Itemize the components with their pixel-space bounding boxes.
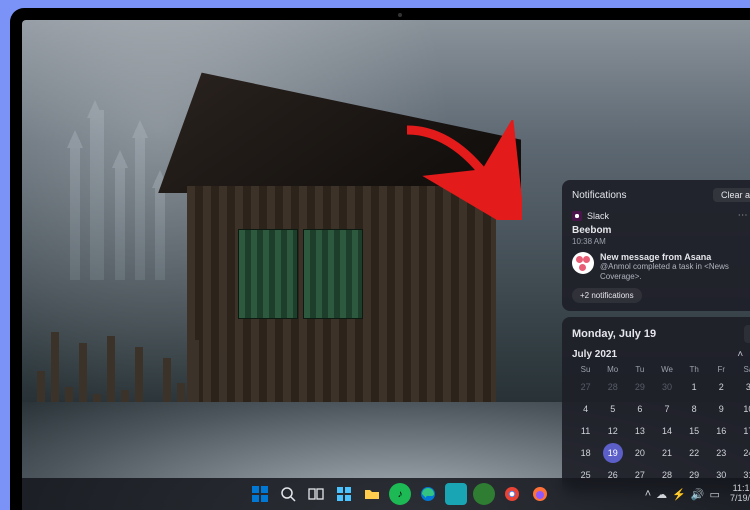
- calendar-day[interactable]: 4: [572, 399, 599, 419]
- notification-message-body: @Anmol completed a task in <News Coverag…: [600, 262, 750, 281]
- calendar-day[interactable]: 10: [735, 399, 750, 419]
- calendar-full-date: Monday, July 19: [572, 328, 656, 340]
- calendar-day[interactable]: 18: [572, 443, 599, 463]
- search-icon[interactable]: [277, 483, 299, 505]
- calendar-day[interactable]: 6: [626, 399, 653, 419]
- calendar-day[interactable]: 23: [708, 443, 735, 463]
- laptop-bezel: Notifications Clear all Slack ⋯ ✕ Beebom…: [10, 8, 750, 510]
- notifications-panel: Notifications Clear all Slack ⋯ ✕ Beebom…: [562, 180, 750, 311]
- volume-icon[interactable]: 🔊: [691, 488, 705, 501]
- calendar-dow: We: [653, 365, 680, 377]
- calendar-dow: Th: [681, 365, 708, 377]
- taskbar: ♪ ˄ ☁ ⚡ 🔊 ▭: [22, 478, 750, 510]
- calendar-collapse-icon[interactable]: ⌄: [744, 325, 750, 343]
- file-explorer-icon[interactable]: [361, 483, 383, 505]
- calendar-weekday-row: SuMoTuWeThFrSa: [572, 365, 750, 377]
- taskbar-clock[interactable]: 11:17 AM 7/19/2021: [724, 484, 750, 504]
- calendar-day[interactable]: 7: [653, 399, 680, 419]
- calendar-day[interactable]: 12: [599, 421, 626, 441]
- start-button[interactable]: [249, 483, 271, 505]
- calendar-day-other-month[interactable]: 28: [599, 377, 626, 397]
- notification-message-title: New message from Asana: [600, 252, 750, 262]
- calendar-day[interactable]: 3: [735, 377, 750, 397]
- calendar-dow: Tu: [626, 365, 653, 377]
- firefox-icon[interactable]: [529, 483, 551, 505]
- system-tray: ˄ ☁ ⚡ 🔊 ▭ 11:17 AM 7/19/2021: [645, 484, 750, 504]
- calendar-day[interactable]: 15: [681, 421, 708, 441]
- tray-chevron-icon[interactable]: ˄: [645, 488, 651, 501]
- spotify-icon[interactable]: ♪: [389, 483, 411, 505]
- calendar-day[interactable]: 5: [599, 399, 626, 419]
- calendar-day[interactable]: 17: [735, 421, 750, 441]
- notification-more-icon[interactable]: ⋯: [738, 210, 748, 221]
- calendar-dow: Su: [572, 365, 599, 377]
- calendar-day[interactable]: 21: [653, 443, 680, 463]
- task-view-icon[interactable]: [305, 483, 327, 505]
- calendar-day[interactable]: 11: [572, 421, 599, 441]
- onedrive-icon[interactable]: ☁: [656, 488, 667, 501]
- taskbar-center: ♪: [249, 483, 551, 505]
- calendar-day[interactable]: 20: [626, 443, 653, 463]
- calendar-day[interactable]: 8: [681, 399, 708, 419]
- notification-time: 10:38 AM: [572, 237, 750, 246]
- webcam-dot: [398, 13, 402, 17]
- app-icon-1[interactable]: [445, 483, 467, 505]
- asana-icon: [572, 252, 594, 274]
- chrome-icon[interactable]: [501, 483, 523, 505]
- edge-icon[interactable]: [417, 483, 439, 505]
- taskbar-date: 7/19/2021: [730, 494, 750, 504]
- calendar-day[interactable]: 24: [735, 443, 750, 463]
- battery-icon[interactable]: ▭: [710, 488, 720, 501]
- calendar-prev-icon[interactable]: ˄: [734, 349, 746, 360]
- app-icon-2[interactable]: [473, 483, 495, 505]
- calendar-day[interactable]: 16: [708, 421, 735, 441]
- calendar-day-today[interactable]: 19: [603, 443, 623, 463]
- notification-item[interactable]: New message from Asana @Anmol completed …: [572, 252, 750, 281]
- calendar-month-label[interactable]: July 2021: [572, 349, 617, 360]
- wifi-icon[interactable]: ⚡: [672, 488, 686, 501]
- clear-all-button[interactable]: Clear all: [713, 188, 750, 202]
- calendar-dow: Mo: [599, 365, 626, 377]
- notification-channel: Beebom: [572, 225, 750, 236]
- calendar-day-other-month[interactable]: 27: [572, 377, 599, 397]
- calendar-day[interactable]: 1: [681, 377, 708, 397]
- calendar-day[interactable]: 14: [653, 421, 680, 441]
- calendar-day-other-month[interactable]: 29: [626, 377, 653, 397]
- widgets-icon[interactable]: [333, 483, 355, 505]
- slack-icon: [572, 211, 582, 221]
- calendar-days-grid: 2728293012345678910111213141516171819202…: [572, 377, 750, 485]
- calendar-dow: Sa: [735, 365, 750, 377]
- more-notifications-button[interactable]: +2 notifications: [572, 288, 642, 303]
- calendar-day-other-month[interactable]: 30: [653, 377, 680, 397]
- notifications-title: Notifications: [572, 190, 626, 201]
- notification-app-name: Slack: [587, 211, 609, 221]
- calendar-day[interactable]: 13: [626, 421, 653, 441]
- calendar-dow: Fr: [708, 365, 735, 377]
- calendar-day[interactable]: 9: [708, 399, 735, 419]
- screen: Notifications Clear all Slack ⋯ ✕ Beebom…: [22, 20, 750, 510]
- calendar-day[interactable]: 2: [708, 377, 735, 397]
- calendar-day[interactable]: 22: [681, 443, 708, 463]
- calendar-panel: Monday, July 19 ⌄ July 2021 ˄ ˅ SuMoTuWe…: [562, 317, 750, 493]
- action-center-flyout: Notifications Clear all Slack ⋯ ✕ Beebom…: [562, 180, 750, 499]
